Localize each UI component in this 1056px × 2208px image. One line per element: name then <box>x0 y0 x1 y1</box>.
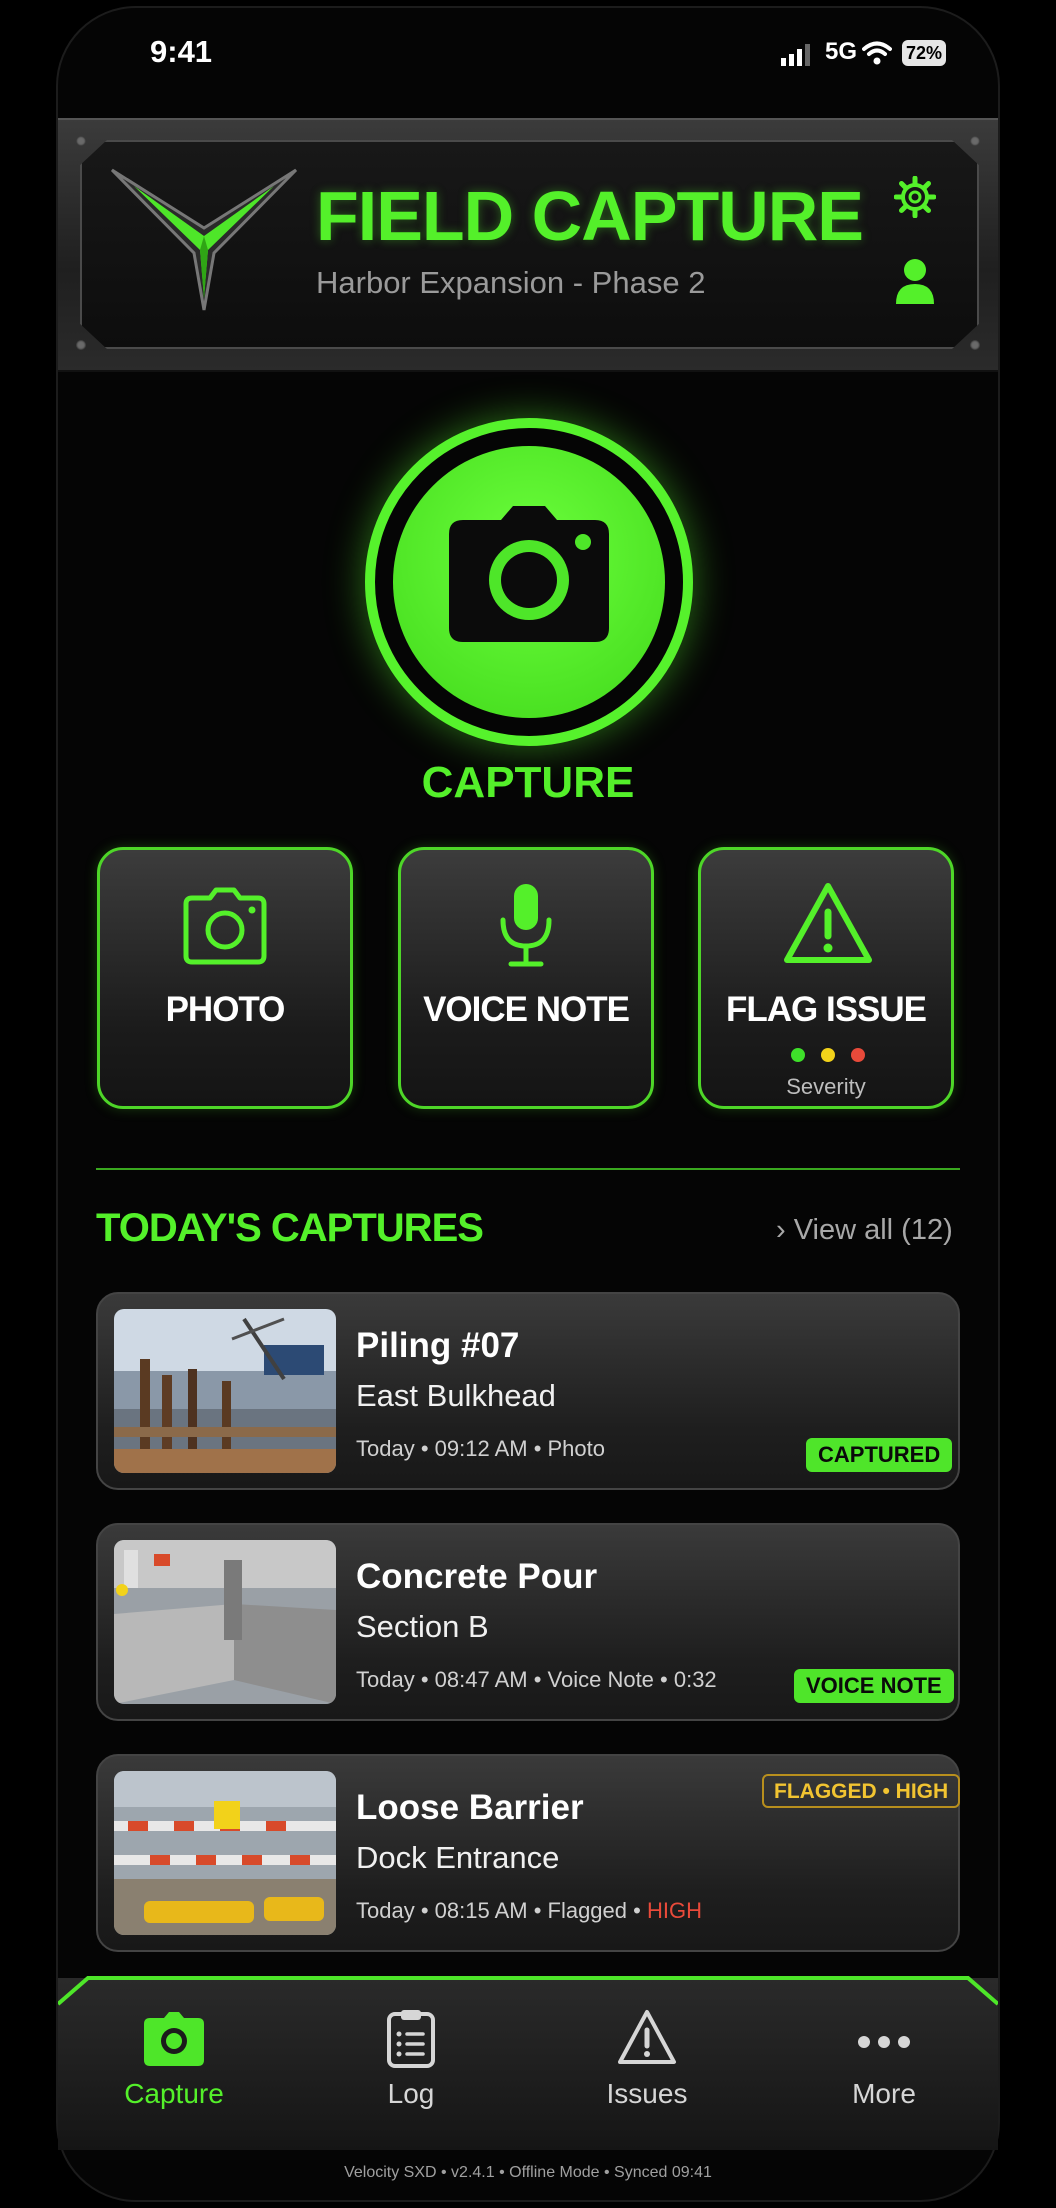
battery-indicator: 72% <box>902 40 946 66</box>
camera-outline-icon <box>183 887 267 965</box>
warning-triangle-icon <box>618 2010 676 2064</box>
voice-note-action-label: VOICE NOTE <box>423 990 630 1029</box>
capture-location: Dock Entrance <box>356 1840 560 1875</box>
rivet <box>76 340 86 350</box>
nav-item-log[interactable]: Log <box>321 2008 501 2110</box>
capture-meta-text: Today • 08:15 AM • Flagged • <box>356 1898 647 1923</box>
nav-label: Issues <box>606 2078 688 2109</box>
clipboard-list-icon <box>387 2010 435 2068</box>
rivet <box>970 340 980 350</box>
capture-thumbnail <box>114 1309 336 1473</box>
capture-title: Piling #07 <box>356 1326 520 1365</box>
severity-label: Severity <box>786 1074 866 1099</box>
capture-title: Loose Barrier <box>356 1788 584 1827</box>
gear-icon[interactable] <box>894 176 936 218</box>
severity-low-dot <box>791 1048 805 1062</box>
user-profile-icon[interactable] <box>894 258 936 304</box>
app-title: FIELD CAPTURE <box>316 177 864 255</box>
nav-item-capture[interactable]: Capture <box>84 2008 264 2110</box>
camera-icon <box>449 506 609 642</box>
rivet <box>76 136 86 146</box>
warning-triangle-icon <box>784 883 872 963</box>
severity-high-text: HIGH <box>646 1898 702 1923</box>
nav-label: Capture <box>124 2078 224 2109</box>
status-badge: VOICE NOTE <box>794 1669 954 1703</box>
app-logo-icon <box>110 168 298 311</box>
nav-edge-glow <box>58 1976 998 2006</box>
capture-location: Section B <box>356 1609 489 1644</box>
nav-item-issues[interactable]: Issues <box>557 2008 737 2110</box>
more-dots-icon <box>858 2036 910 2048</box>
network-type: 5G <box>825 38 858 65</box>
footer-status: Velocity SXD • v2.4.1 • Offline Mode • S… <box>344 2164 712 2181</box>
cellular-signal-icon <box>781 44 810 66</box>
nav-label: More <box>852 2078 916 2109</box>
section-divider <box>96 1168 960 1170</box>
flag-issue-action-label: FLAG ISSUE <box>725 990 927 1029</box>
wifi-icon <box>862 41 892 65</box>
rivet <box>970 136 980 146</box>
capture-location: East Bulkhead <box>356 1378 556 1413</box>
flag-badge: FLAGGED • HIGH <box>762 1774 961 1808</box>
capture-thumbnail <box>114 1771 336 1935</box>
severity-medium-dot <box>821 1048 835 1062</box>
camera-icon <box>144 2012 204 2066</box>
view-all-link[interactable]: › View all (12) <box>776 1214 953 1247</box>
nav-item-more[interactable]: More <box>794 2008 974 2110</box>
capture-meta: Today • 09:12 AM • Photo <box>356 1436 606 1461</box>
status-badge: CAPTURED <box>806 1438 953 1472</box>
microphone-icon <box>500 884 552 967</box>
capture-title: Concrete Pour <box>356 1557 598 1596</box>
capture-meta: Today • 08:47 AM • Voice Note • 0:32 <box>356 1667 717 1692</box>
capture-meta: Today • 08:15 AM • Flagged • HIGH <box>356 1898 702 1924</box>
section-title: TODAY'S CAPTURES <box>96 1206 484 1250</box>
severity-high-dot <box>851 1048 865 1062</box>
status-time: 9:41 <box>150 34 213 69</box>
capture-thumbnail <box>114 1540 336 1704</box>
photo-action-label: PHOTO <box>165 990 286 1029</box>
capture-label: CAPTURE <box>421 758 635 807</box>
nav-label: Log <box>387 2078 435 2109</box>
project-name: Harbor Expansion - Phase 2 <box>316 265 706 300</box>
